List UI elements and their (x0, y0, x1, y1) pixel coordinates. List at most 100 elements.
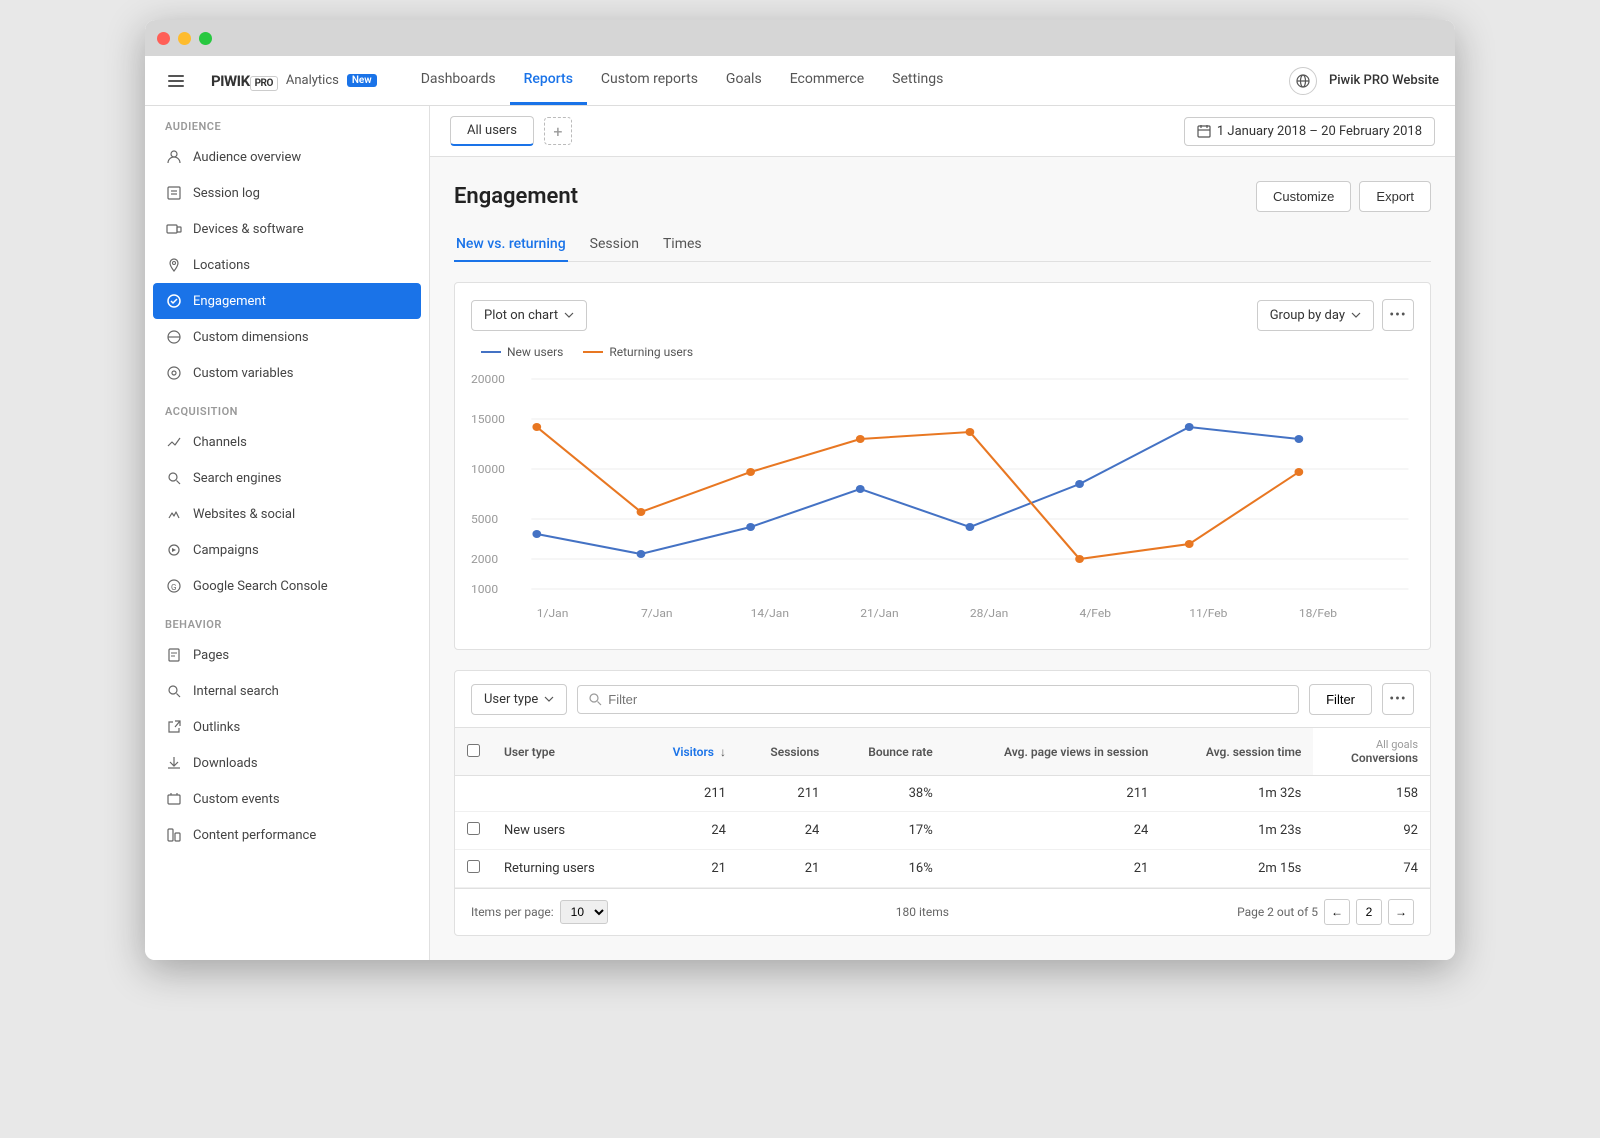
sidebar-item-google-search-console[interactable]: G Google Search Console (145, 568, 429, 604)
row-avg-session-time: 2m 15s (1160, 850, 1313, 888)
filter-button[interactable]: Filter (1309, 684, 1372, 715)
header-checkbox-cell (455, 728, 492, 776)
select-all-checkbox[interactable] (467, 744, 480, 757)
next-page-button[interactable]: → (1388, 899, 1414, 925)
row-user-type: Returning users (492, 850, 639, 888)
close-btn[interactable] (157, 32, 170, 45)
row-sessions: 21 (738, 850, 831, 888)
col-header-user-type: User type (492, 728, 639, 776)
sidebar-label: Content performance (193, 828, 316, 843)
internal-search-icon (165, 682, 183, 700)
chart-controls: Plot on chart Group by day ••• (471, 299, 1414, 331)
sub-tabs: New vs. returning Session Times (454, 228, 1431, 262)
sidebar-item-locations[interactable]: Locations (145, 247, 429, 283)
tab-goals[interactable]: Goals (712, 56, 776, 105)
per-page-select[interactable]: 10 25 50 (560, 900, 608, 924)
date-range-button[interactable]: 1 January 2018 – 20 February 2018 (1184, 117, 1435, 146)
sidebar-item-content-performance[interactable]: Content performance (145, 817, 429, 853)
group-by-day-dropdown[interactable]: Group by day (1257, 300, 1374, 331)
col-header-visitors[interactable]: Visitors ↓ (639, 728, 738, 776)
totals-visitors: 211 (639, 776, 738, 812)
sidebar-item-pages[interactable]: Pages (145, 637, 429, 673)
sidebar-item-custom-dimensions[interactable]: Custom dimensions (145, 319, 429, 355)
tab-times[interactable]: Times (661, 228, 704, 262)
chart-legend: New users Returning users (471, 345, 1414, 359)
sidebar-item-campaigns[interactable]: Campaigns (145, 532, 429, 568)
plot-on-chart-dropdown[interactable]: Plot on chart (471, 300, 587, 331)
add-segment-button[interactable]: + (544, 117, 572, 145)
sidebar-label: Websites & social (193, 507, 295, 522)
globe-icon[interactable] (1289, 67, 1317, 95)
sidebar-item-search-engines[interactable]: Search engines (145, 460, 429, 496)
sidebar-item-devices-software[interactable]: Devices & software (145, 211, 429, 247)
group-label: Group by day (1270, 308, 1345, 323)
svg-text:2000: 2000 (471, 553, 498, 566)
customize-button[interactable]: Customize (1256, 181, 1351, 212)
sidebar-item-custom-events[interactable]: Custom events (145, 781, 429, 817)
tab-settings[interactable]: Settings (878, 56, 957, 105)
plot-label: Plot on chart (484, 308, 558, 323)
pages-icon (165, 646, 183, 664)
row-conversions: 74 (1313, 850, 1430, 888)
tab-dashboards[interactable]: Dashboards (407, 56, 510, 105)
tab-new-vs-returning[interactable]: New vs. returning (454, 228, 568, 262)
user-type-dropdown[interactable]: User type (471, 684, 567, 715)
sidebar-item-custom-variables[interactable]: Custom variables (145, 355, 429, 391)
devices-icon (165, 220, 183, 238)
sidebar-label: Internal search (193, 684, 279, 699)
filter-input-wrap (577, 685, 1299, 714)
table-more-button[interactable]: ••• (1382, 683, 1414, 715)
row-visitors: 21 (639, 850, 738, 888)
all-users-segment[interactable]: All users (450, 116, 534, 146)
sidebar-item-session-log[interactable]: Session log (145, 175, 429, 211)
table-totals-row: 211 211 38% 211 1m 32s 158 (455, 776, 1430, 812)
hamburger-button[interactable] (161, 66, 191, 96)
tab-session[interactable]: Session (588, 228, 641, 262)
sidebar-label: Custom variables (193, 366, 293, 381)
filter-input[interactable] (608, 692, 1288, 707)
row-checkbox[interactable] (467, 822, 480, 835)
sidebar-label: Campaigns (193, 543, 259, 558)
sidebar-label: Locations (193, 258, 250, 273)
sidebar-item-downloads[interactable]: Downloads (145, 745, 429, 781)
sidebar-label: Custom dimensions (193, 330, 309, 345)
minimize-btn[interactable] (178, 32, 191, 45)
svg-text:20000: 20000 (471, 373, 505, 386)
sidebar-item-channels[interactable]: Channels (145, 424, 429, 460)
session-log-icon (165, 184, 183, 202)
sidebar-item-engagement[interactable]: Engagement (153, 283, 421, 319)
tab-custom-reports[interactable]: Custom reports (587, 56, 712, 105)
svg-text:15000: 15000 (471, 413, 505, 426)
sidebar-label: Devices & software (193, 222, 304, 237)
sort-arrow-icon: ↓ (720, 745, 726, 759)
export-button[interactable]: Export (1359, 181, 1431, 212)
col-header-avg-page-views: Avg. page views in session (945, 728, 1161, 776)
sidebar-item-audience-overview[interactable]: Audience overview (145, 139, 429, 175)
chart-more-button[interactable]: ••• (1382, 299, 1414, 331)
sidebar-item-websites-social[interactable]: Websites & social (145, 496, 429, 532)
audience-overview-icon (165, 148, 183, 166)
sidebar-item-outlinks[interactable]: Outlinks (145, 709, 429, 745)
logo-text: PIWIKPRO (211, 72, 278, 90)
maximize-btn[interactable] (199, 32, 212, 45)
tab-reports[interactable]: Reports (510, 56, 587, 105)
col-header-all-goals: All goals Conversions (1313, 728, 1430, 776)
row-avg-session-time: 1m 23s (1160, 812, 1313, 850)
svg-text:28/Jan: 28/Jan (970, 607, 1008, 620)
sidebar-item-internal-search[interactable]: Internal search (145, 673, 429, 709)
row-avg-page-views: 21 (945, 850, 1161, 888)
sidebar-label: Engagement (193, 294, 266, 309)
logo-pro-badge: PRO (250, 76, 278, 91)
col-header-bounce-rate: Bounce rate (831, 728, 944, 776)
tab-ecommerce[interactable]: Ecommerce (776, 56, 878, 105)
dimensions-icon (165, 328, 183, 346)
logo-new-badge: New (347, 74, 377, 87)
current-page-button[interactable]: 2 (1356, 899, 1382, 925)
prev-page-button[interactable]: ← (1324, 899, 1350, 925)
totals-checkbox-cell (455, 776, 492, 812)
chevron-down-icon (564, 312, 574, 318)
total-items-count: 180 items (896, 905, 949, 919)
row-checkbox[interactable] (467, 860, 480, 873)
col-header-avg-session-time: Avg. session time (1160, 728, 1313, 776)
sidebar-label: Search engines (193, 471, 281, 486)
